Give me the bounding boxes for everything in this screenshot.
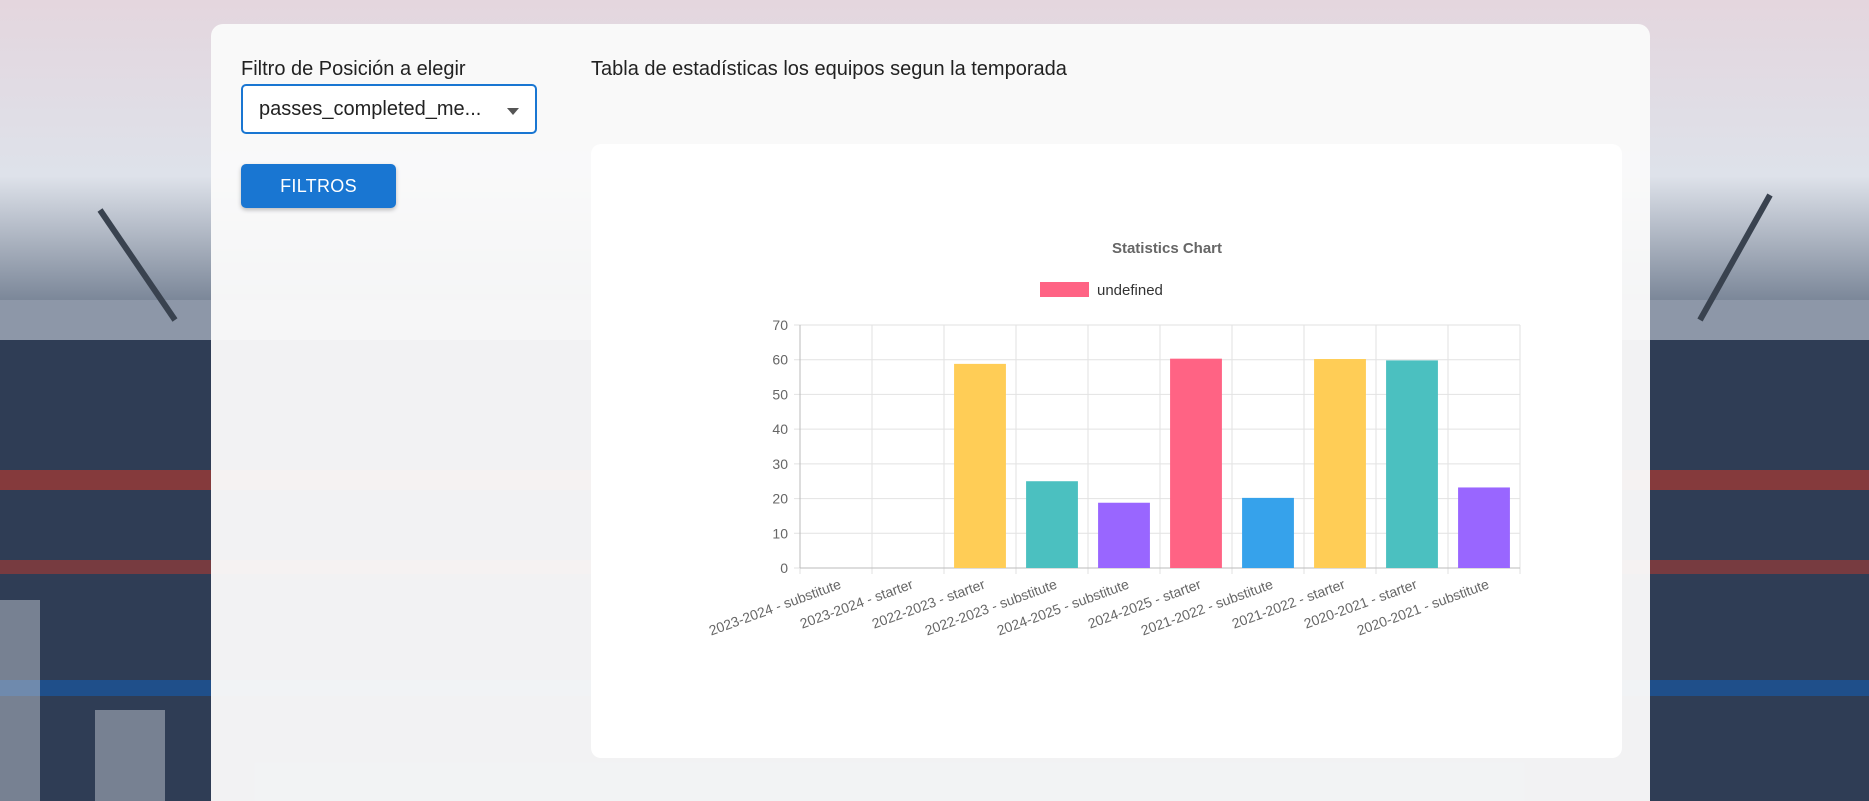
bar [1170,358,1222,568]
bar [1314,359,1366,568]
y-tick-label: 30 [772,456,788,472]
y-tick-label: 70 [772,317,788,333]
chart-title: Statistics Chart [1112,240,1222,257]
y-tick-label: 50 [772,386,788,402]
bar [1242,497,1294,568]
y-tick-label: 10 [772,525,788,541]
chart-panel: Statistics Chart undefined 0 10 20 30 40 50 60 70… [591,144,1622,758]
bar [1386,360,1438,568]
y-tick-label: 0 [780,560,788,576]
position-filter-value: passes_completed_me... [259,97,482,120]
bar [1098,502,1150,568]
position-filter-select[interactable]: passes_completed_me... [241,84,537,134]
bar [1026,481,1078,568]
statistics-chart: Statistics Chart undefined 0 10 20 30 40 50 60 70… [707,240,1521,639]
y-tick-label: 20 [772,491,788,507]
filters-button[interactable]: FILTROS [241,164,396,208]
y-tick-label: 60 [772,352,788,368]
legend-label: undefined [1097,282,1163,299]
bar [1458,487,1510,568]
position-filter-label: Filtro de Posición a elegir [241,58,466,80]
y-tick-label: 40 [772,421,788,437]
legend-swatch [1040,282,1089,297]
main-card: Filtro de Posición a elegir passes_compl… [211,24,1650,801]
x-tick-label: 2020-2021 - substitute [1355,576,1492,639]
bar [954,363,1006,568]
table-title: Tabla de estadísticas los equipos segun … [591,58,1067,80]
chevron-down-icon [507,108,519,115]
